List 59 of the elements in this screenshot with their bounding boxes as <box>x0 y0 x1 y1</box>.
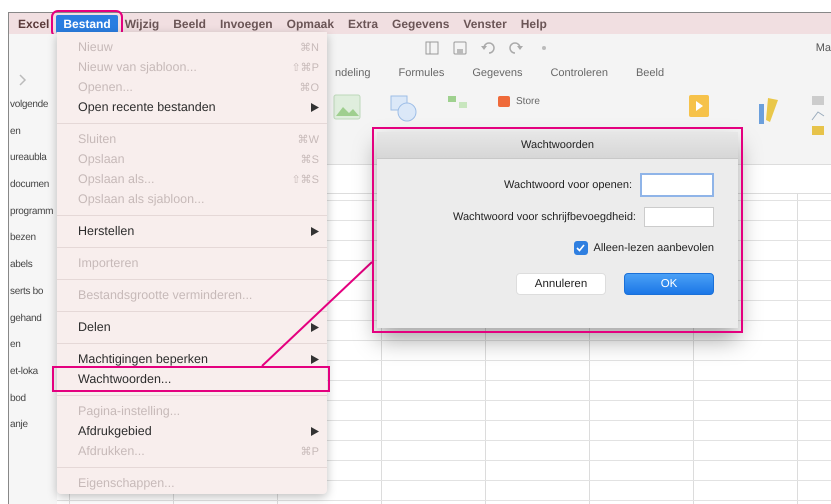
password-field[interactable] <box>644 207 714 227</box>
sidebar-item[interactable]: documen <box>9 172 57 199</box>
password-field[interactable] <box>640 173 714 197</box>
menubar-item[interactable]: Invoegen <box>212 14 280 32</box>
shapes-icon[interactable] <box>389 94 419 122</box>
sidebar-toggle-icon[interactable] <box>425 41 439 55</box>
redo-icon[interactable] <box>509 41 523 55</box>
read-only-checkbox[interactable]: Alleen-lezen aanbevolen <box>574 241 714 255</box>
menu-item[interactable]: Wachtwoorden... <box>55 369 327 389</box>
checkmark-icon <box>576 244 586 252</box>
sidebar-item[interactable]: bod <box>9 386 57 412</box>
forward-icon[interactable] <box>19 74 27 86</box>
window-title: Ma <box>816 42 831 54</box>
menubar-item[interactable]: Wijzig <box>118 14 166 32</box>
save-icon[interactable] <box>453 41 467 55</box>
document-icon[interactable] <box>688 94 710 118</box>
menubar-item[interactable]: Venster <box>456 14 514 32</box>
menu-item[interactable]: Herstellen <box>57 221 327 241</box>
menubar-item[interactable]: Bestand <box>56 14 118 32</box>
field-label: Wachtwoord voor openen: <box>504 179 632 191</box>
dialog-button[interactable]: OK <box>624 273 714 295</box>
sidebar-item[interactable]: gehand <box>9 306 57 332</box>
menu-item[interactable]: Machtigingen beperken <box>57 349 327 369</box>
sidebar-item[interactable]: en <box>9 118 57 146</box>
menubar-item[interactable]: Gegevens <box>385 14 456 32</box>
sidebar-item[interactable]: anje <box>9 412 57 439</box>
menubar-item[interactable]: Opmaak <box>280 14 341 32</box>
undo-icon[interactable] <box>481 41 495 55</box>
menubar-item[interactable]: Help <box>514 14 554 32</box>
sidebar-item[interactable]: volgende <box>9 92 57 119</box>
dialog-button[interactable]: Annuleren <box>516 273 606 295</box>
menubar-item[interactable]: Extra <box>341 14 386 32</box>
sidebar-item[interactable]: abels <box>9 252 57 279</box>
ribbon-tab[interactable]: Gegevens <box>472 67 522 79</box>
sidebar-item[interactable]: en <box>9 332 57 359</box>
sidebar-item[interactable]: bezen <box>9 225 57 252</box>
ribbon-tab[interactable]: Beeld <box>636 67 664 79</box>
dialog-title: Wachtwoorden <box>521 139 594 151</box>
menu-item[interactable]: Afdrukgebied <box>57 421 327 441</box>
field-label: Wachtwoord voor schrijfbevoegdheid: <box>452 211 636 223</box>
ribbon-tab[interactable]: ndeling <box>335 67 370 79</box>
submenu-arrow-icon <box>311 102 319 112</box>
menu-item[interactable]: Delen <box>57 317 327 337</box>
sidebar-item[interactable]: serts bo <box>9 278 57 306</box>
store-icon <box>497 94 511 108</box>
ribbon-tab[interactable]: Formules <box>398 67 444 79</box>
submenu-arrow-icon <box>311 426 319 436</box>
sidebar-item[interactable]: programm <box>9 198 57 226</box>
menubar-item[interactable]: Beeld <box>166 14 213 32</box>
store-button[interactable]: Store <box>497 94 540 108</box>
sidebar-item[interactable]: et-loka <box>9 358 57 386</box>
submenu-arrow-icon <box>311 226 319 236</box>
submenu-arrow-icon <box>311 354 319 364</box>
ribbon-tab[interactable]: Controleren <box>550 67 608 79</box>
submenu-arrow-icon <box>311 322 319 332</box>
menu-item[interactable]: Open recente bestanden <box>57 97 327 117</box>
image-icon[interactable] <box>333 94 361 120</box>
menubar-item[interactable]: Excel <box>11 14 56 32</box>
sidebar-item[interactable]: ureaubla <box>9 145 57 172</box>
